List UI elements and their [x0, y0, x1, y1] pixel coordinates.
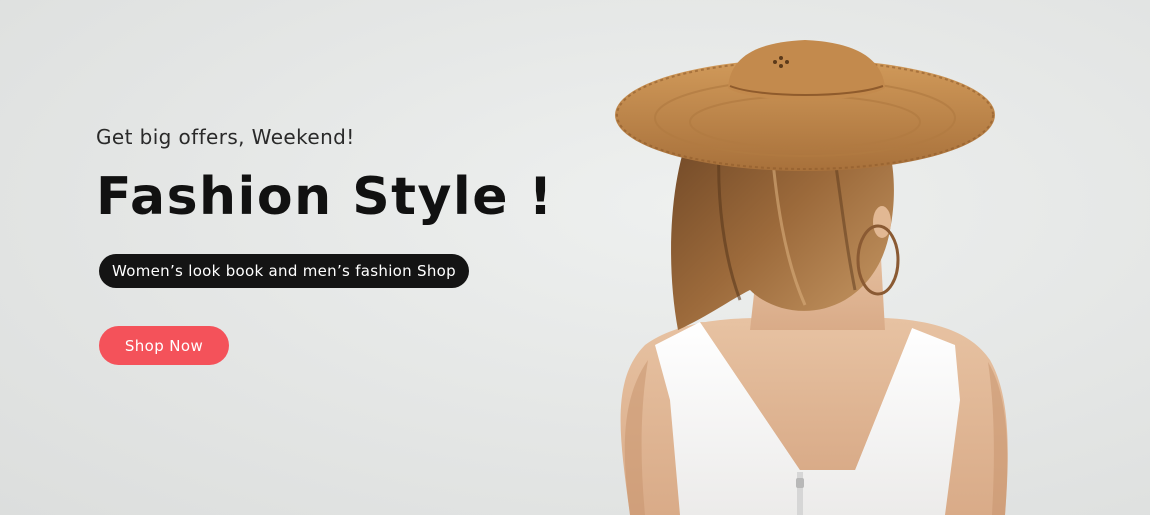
hero-tagline-badge: Women’s look book and men’s fashion Shop — [99, 254, 469, 288]
hero-model-image — [615, 40, 1008, 515]
shop-now-button[interactable]: Shop Now — [99, 326, 229, 365]
hero-title: Fashion Style ! — [96, 167, 554, 227]
hero-content: Get big offers, Weekend! Fashion Style !… — [96, 122, 616, 365]
hero-banner: Get big offers, Weekend! Fashion Style !… — [0, 0, 1150, 515]
hero-subtitle: Get big offers, Weekend! — [96, 125, 355, 149]
